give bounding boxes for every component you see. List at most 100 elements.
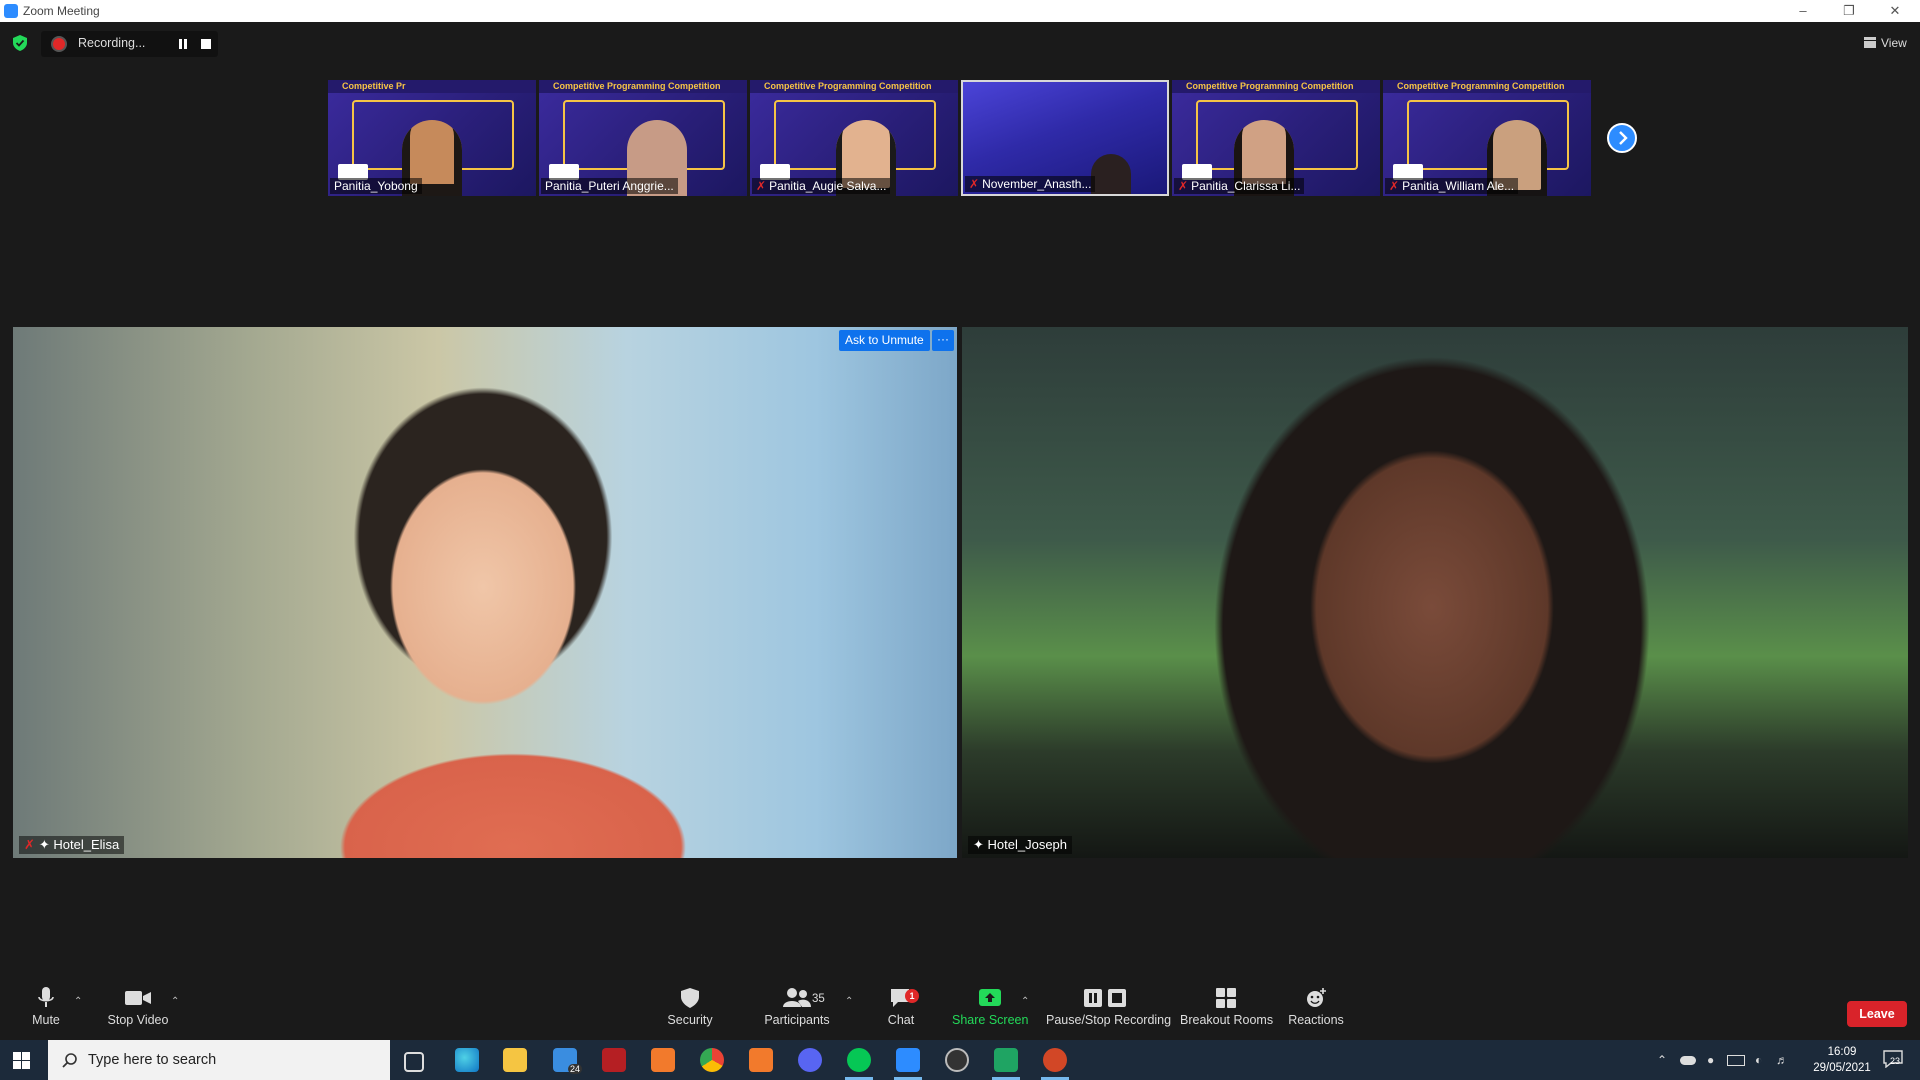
- restore-icon[interactable]: ❐: [1826, 0, 1872, 22]
- participant-name: ✗ Panitia_Clarissa Li...: [1174, 178, 1305, 194]
- video-options-caret[interactable]: ⌃: [171, 996, 179, 1007]
- spreadsheet-icon[interactable]: [992, 1048, 1020, 1080]
- chrome-icon[interactable]: [700, 1048, 724, 1072]
- microphone-icon: [38, 987, 54, 1007]
- wifi-icon[interactable]: ◐: [1755, 1053, 1762, 1067]
- notification-count: 23: [1890, 1056, 1901, 1066]
- window-title: Zoom Meeting: [23, 4, 100, 18]
- thumbnail-banner: Competitive Programming Competition: [1172, 80, 1380, 93]
- onedrive-icon[interactable]: [1680, 1056, 1696, 1065]
- video-tile-hotel-joseph[interactable]: ✦ Hotel_Joseph: [962, 327, 1908, 858]
- leave-button[interactable]: Leave: [1847, 1001, 1907, 1027]
- pin-icon: ✦: [973, 837, 988, 852]
- participant-thumbnail[interactable]: ✗ November_Anasth...: [961, 80, 1169, 196]
- minimize-icon[interactable]: –: [1780, 0, 1826, 22]
- breakout-rooms-icon: [1216, 988, 1236, 1008]
- discord-icon[interactable]: [798, 1048, 822, 1072]
- close-icon[interactable]: ✕: [1872, 0, 1918, 22]
- audio-options-caret[interactable]: ⌃: [74, 996, 82, 1007]
- pause-stop-recording-icon: [1084, 989, 1126, 1007]
- share-screen-icon: [979, 989, 1001, 1006]
- pause-stop-recording-button[interactable]: Pause/Stop Recording: [1046, 987, 1171, 1027]
- zoom-taskbar-icon[interactable]: [894, 1048, 922, 1080]
- edge-browser-icon[interactable]: [455, 1048, 479, 1072]
- zoom-app-icon: [4, 4, 18, 18]
- taskbar-clock[interactable]: 16:09 29/05/2021: [1810, 1044, 1874, 1076]
- mail-badge: 24: [568, 1064, 583, 1074]
- thumbnail-banner: Competitive Programming Competition: [539, 80, 747, 93]
- line-app-icon[interactable]: [845, 1048, 873, 1080]
- recording-label: Recording...: [78, 36, 146, 50]
- xampp-icon[interactable]: [651, 1048, 675, 1072]
- participants-options-caret[interactable]: ⌃: [845, 996, 853, 1007]
- chevron-right-icon: [1619, 131, 1628, 145]
- stop-recording-icon[interactable]: [201, 39, 211, 49]
- search-placeholder: Type here to search: [88, 1052, 217, 1068]
- share-options-caret[interactable]: ⌃: [1021, 996, 1029, 1007]
- file-explorer-icon[interactable]: [503, 1048, 527, 1072]
- participant-video: [1091, 154, 1131, 194]
- participants-count: 35: [812, 993, 825, 1005]
- clock-time: 16:09: [1827, 1046, 1857, 1058]
- pause-recording-icon[interactable]: [177, 38, 189, 50]
- windows-taskbar: Type here to search 24 ⌃ ● ◐ ♬ 16:09 29/…: [0, 1040, 1920, 1080]
- more-options-button[interactable]: ···: [932, 330, 954, 351]
- participant-thumbnail[interactable]: Competitive Pr Panitia_Yobong: [328, 80, 536, 196]
- recording-indicator: Recording...: [41, 31, 218, 57]
- clock-date: 29/05/2021: [1813, 1062, 1871, 1074]
- powerpoint-icon[interactable]: [1041, 1048, 1069, 1080]
- mic-muted-icon: ✗: [24, 837, 35, 852]
- breakout-rooms-button[interactable]: Breakout Rooms: [1180, 987, 1273, 1027]
- video-name-label: ✗ ✦ Hotel_Elisa: [19, 836, 125, 854]
- participant-thumbnail[interactable]: Competitive Programming Competition ✗ Pan…: [750, 80, 958, 196]
- thumbnail-banner: Competitive Pr: [328, 80, 536, 93]
- participant-name: Panitia_Puteri Anggrie...: [541, 178, 678, 194]
- reactions-button[interactable]: Reactions: [1285, 987, 1347, 1027]
- mic-muted-icon: ✗: [1389, 179, 1400, 193]
- chat-badge: 1: [905, 989, 919, 1003]
- notification-center-button[interactable]: 23: [1883, 1050, 1903, 1069]
- grid-view-icon: [1864, 37, 1876, 48]
- view-label: View: [1881, 36, 1907, 50]
- windows-start-icon[interactable]: [13, 1052, 30, 1069]
- taskbar-search-box[interactable]: Type here to search: [48, 1040, 390, 1080]
- pin-icon: ✦: [38, 837, 54, 852]
- obs-icon[interactable]: [945, 1048, 969, 1072]
- recording-dot-icon: [53, 38, 65, 50]
- participant-thumbnail[interactable]: Competitive Programming Competition ✗ Pan…: [1172, 80, 1380, 196]
- video-camera-icon: [125, 991, 151, 1005]
- racing-game-icon[interactable]: [602, 1048, 626, 1072]
- security-shield-icon: [681, 988, 699, 1008]
- share-screen-button[interactable]: Share Screen: [952, 987, 1028, 1027]
- video-tile-hotel-elisa[interactable]: ✗ ✦ Hotel_Elisa: [13, 327, 957, 858]
- mic-muted-icon: ✗: [1178, 179, 1189, 193]
- stop-video-button[interactable]: Stop Video: [104, 987, 172, 1027]
- thumbnail-banner: Competitive Programming Competition: [750, 80, 958, 93]
- participant-name: ✗ Panitia_Augie Salva...: [752, 178, 891, 194]
- mute-button[interactable]: Mute: [22, 987, 70, 1027]
- security-button[interactable]: Security: [660, 987, 720, 1027]
- next-page-button[interactable]: [1607, 123, 1637, 153]
- xampp-control-icon[interactable]: [749, 1048, 773, 1072]
- smiley-plus-icon: [1307, 988, 1326, 1007]
- participant-thumbnail[interactable]: Competitive Programming Competition Pani…: [539, 80, 747, 196]
- battery-icon[interactable]: [1727, 1055, 1745, 1066]
- window-title-bar: Zoom Meeting – ❐ ✕: [0, 0, 1920, 22]
- encryption-shield-icon[interactable]: [13, 35, 27, 51]
- view-button[interactable]: View: [1858, 32, 1914, 54]
- participant-name: ✗ Panitia_William Ale...: [1385, 178, 1519, 194]
- video-name-label: ✦ Hotel_Joseph: [968, 836, 1073, 854]
- ask-to-unmute-button[interactable]: Ask to Unmute: [839, 330, 930, 351]
- task-view-icon[interactable]: [404, 1052, 424, 1072]
- participant-thumbnail[interactable]: Competitive Programming Competition ✗ Pan…: [1383, 80, 1591, 196]
- volume-icon[interactable]: ♬: [1776, 1053, 1788, 1067]
- chevron-up-icon[interactable]: ⌃: [1657, 1053, 1667, 1067]
- participant-name: Panitia_Yobong: [330, 178, 422, 194]
- mic-muted-icon: ✗: [756, 179, 767, 193]
- thumbnail-banner: Competitive Programming Competition: [1383, 80, 1591, 93]
- microphone-tray-icon[interactable]: ●: [1707, 1053, 1714, 1067]
- search-icon: [62, 1053, 77, 1068]
- mic-muted-icon: ✗: [969, 177, 980, 191]
- participants-icon: [783, 988, 811, 1007]
- participant-name: ✗ November_Anasth...: [965, 176, 1096, 192]
